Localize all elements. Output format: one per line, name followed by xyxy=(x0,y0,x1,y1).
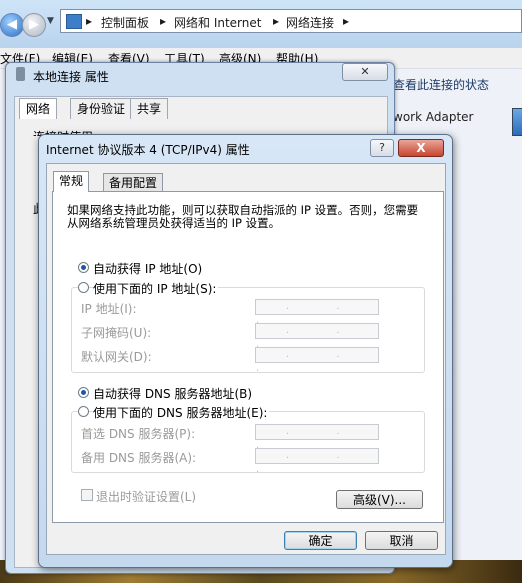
cancel-button[interactable]: 取消 xyxy=(365,531,438,550)
tab-network[interactable]: 网络 xyxy=(19,98,58,119)
alternate-dns-field[interactable]: . . . xyxy=(255,448,379,475)
radio-manual-ip[interactable] xyxy=(78,282,89,293)
breadcrumb-separator-icon: ▸ xyxy=(343,14,350,28)
view-connection-status-link[interactable]: 查看此连接的状态 xyxy=(393,76,489,93)
tab-general[interactable]: 常规 xyxy=(53,171,90,192)
help-button[interactable]: ? xyxy=(370,139,394,157)
breadcrumb-separator-icon: ▸ xyxy=(160,14,167,28)
dialog-title: Internet 协议版本 4 (TCP/IPv4) 属性 xyxy=(46,143,250,157)
subnet-mask-field[interactable]: . . . xyxy=(255,323,379,350)
tab-sharing[interactable]: 共享 xyxy=(130,98,169,119)
manual-ip-label[interactable]: 使用下面的 IP 地址(S): xyxy=(93,280,219,297)
ok-button[interactable]: 确定 xyxy=(284,531,357,550)
advanced-button[interactable]: 高级(V)... xyxy=(336,490,423,509)
adapter-name-text: work Adapter xyxy=(393,110,474,124)
validate-settings-checkbox[interactable] xyxy=(81,489,93,501)
alternate-dns-label: 备用 DNS 服务器(A): xyxy=(81,451,197,465)
back-icon[interactable]: ◀ xyxy=(0,13,24,37)
auto-ip-label[interactable]: 自动获得 IP 地址(O) xyxy=(93,260,202,277)
ip-address-label: IP 地址(I): xyxy=(81,302,137,316)
network-adapter-icon xyxy=(512,108,522,136)
network-plug-icon xyxy=(16,67,25,81)
local-connection-window-title: 本地连接 属性 xyxy=(33,70,109,84)
auto-dns-label[interactable]: 自动获得 DNS 服务器地址(B) xyxy=(93,385,252,402)
default-gateway-field[interactable]: . . . xyxy=(255,347,379,374)
manual-dns-label[interactable]: 使用下面的 DNS 服务器地址(E): xyxy=(93,404,270,421)
close-button[interactable]: X xyxy=(398,139,444,157)
validate-settings-label[interactable]: 退出时验证设置(L) xyxy=(96,488,196,505)
breadcrumb-network-internet[interactable]: 网络和 Internet xyxy=(174,14,261,31)
breadcrumb-separator-icon: ▸ xyxy=(86,14,93,28)
breadcrumb-separator-icon: ▸ xyxy=(273,14,280,28)
description-text: 如果网络支持此功能，则可以获取自动指派的 IP 设置。否则，您需要从网络系统管理… xyxy=(67,203,419,230)
default-gateway-label: 默认网关(D): xyxy=(81,350,152,364)
preferred-dns-field[interactable]: . . . xyxy=(255,424,379,451)
breadcrumb-network-connections[interactable]: 网络连接 xyxy=(286,14,334,31)
radio-manual-dns[interactable] xyxy=(78,406,89,417)
breadcrumb-control-panel[interactable]: 控制面板 xyxy=(101,14,149,31)
close-icon[interactable]: ✕ xyxy=(342,63,388,81)
subnet-mask-label: 子网掩码(U): xyxy=(81,326,152,340)
preferred-dns-label: 首选 DNS 服务器(P): xyxy=(81,427,196,441)
ip-address-field[interactable]: . . . xyxy=(255,299,379,326)
radio-auto-ip[interactable] xyxy=(78,262,89,273)
tab-authentication[interactable]: 身份验证 xyxy=(70,98,133,119)
control-panel-icon xyxy=(66,14,82,29)
radio-auto-dns[interactable] xyxy=(78,387,89,398)
tab-alternate-config[interactable]: 备用配置 xyxy=(103,173,164,192)
history-dropdown-icon[interactable]: ▼ xyxy=(47,16,54,26)
forward-icon[interactable]: ▶ xyxy=(22,13,46,37)
